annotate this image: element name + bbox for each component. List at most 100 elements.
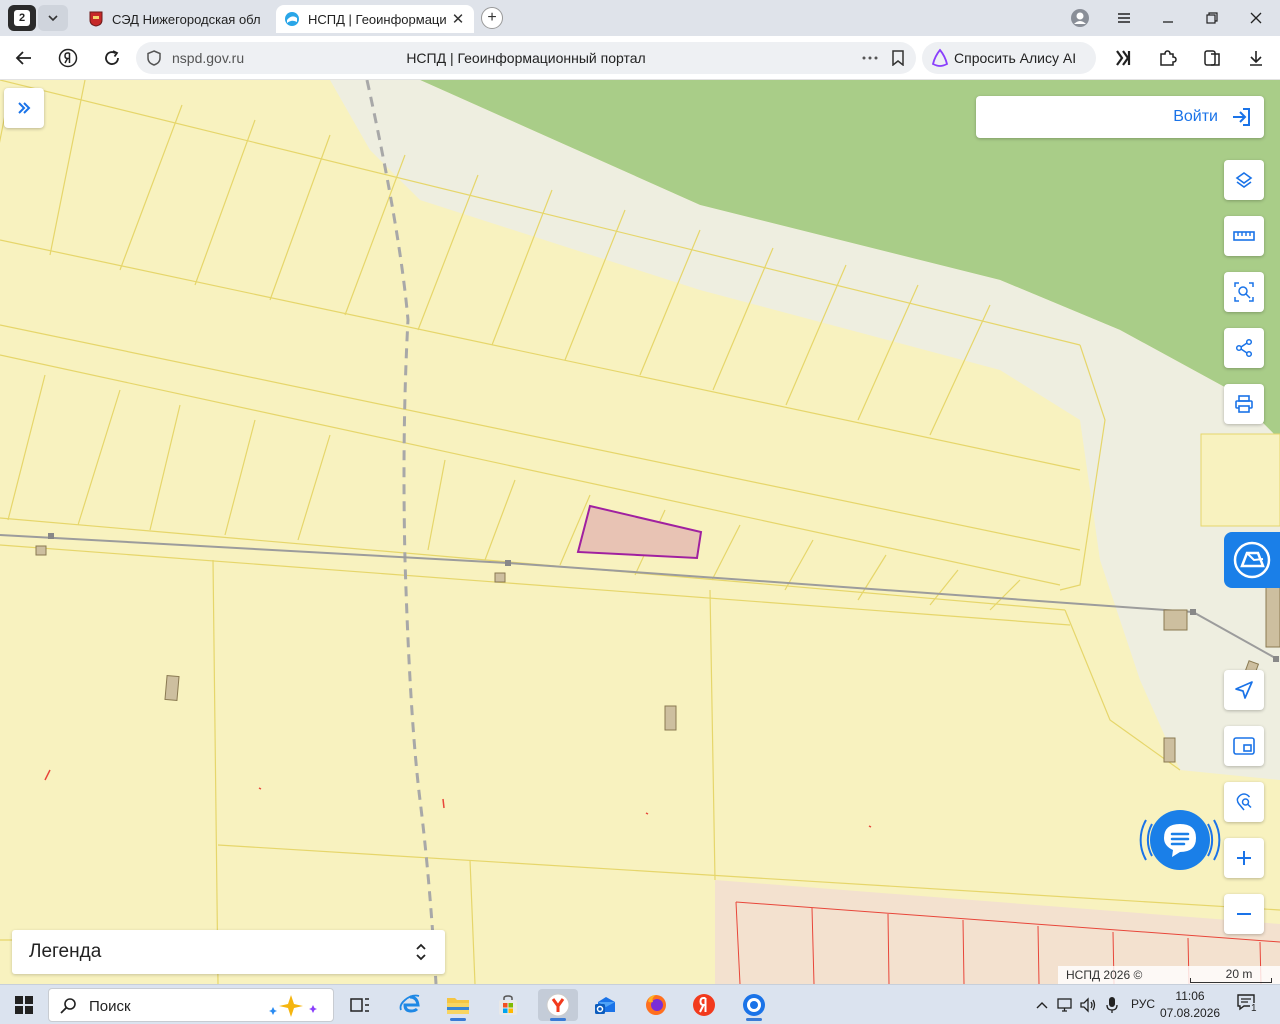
map-viewport[interactable]: Войти Легенда НСПД 2026 © 20 m bbox=[0, 80, 1280, 984]
clock-date[interactable]: 07.08.2026 bbox=[1160, 1006, 1220, 1020]
store-icon bbox=[499, 995, 517, 1015]
close-icon bbox=[1250, 12, 1262, 24]
point-search-button[interactable] bbox=[1224, 782, 1264, 822]
messenger-icon bbox=[743, 994, 765, 1016]
printer-icon bbox=[1235, 395, 1253, 413]
copyright-text: НСПД 2026 © bbox=[1066, 968, 1143, 982]
expand-toggle-icon[interactable] bbox=[415, 942, 427, 962]
close-window-button[interactable] bbox=[1244, 6, 1268, 30]
location-search-icon bbox=[1236, 793, 1252, 811]
back-button[interactable] bbox=[12, 46, 36, 70]
minus-icon bbox=[1237, 913, 1251, 915]
yandex-button[interactable] bbox=[56, 46, 80, 70]
navigation-arrow-icon bbox=[1235, 681, 1253, 699]
browser-menu-button[interactable] bbox=[1112, 6, 1136, 30]
profile-button[interactable] bbox=[1068, 6, 1092, 30]
measure-button[interactable] bbox=[1224, 216, 1264, 256]
notes-button[interactable] bbox=[1200, 46, 1224, 70]
legend-panel[interactable]: Легенда bbox=[12, 930, 445, 974]
area-search-icon bbox=[1234, 282, 1254, 302]
ruler-icon bbox=[1233, 231, 1255, 241]
legend-label: Легенда bbox=[29, 941, 102, 962]
taskbar-search[interactable]: Поиск bbox=[48, 988, 334, 1022]
tab-sed[interactable]: СЭД Нижегородская обл bbox=[80, 5, 270, 33]
restore-button[interactable] bbox=[1200, 6, 1224, 30]
minimap-button[interactable] bbox=[1224, 726, 1264, 766]
ask-alice-button[interactable]: Спросить Алису AI bbox=[922, 42, 1096, 74]
clock-time[interactable]: 11:06 bbox=[1160, 989, 1220, 1003]
taskbar-yandex[interactable] bbox=[684, 989, 724, 1021]
tab-nspd[interactable]: НСПД | Геоинформаци ✕ bbox=[276, 5, 474, 33]
reload-button[interactable] bbox=[100, 46, 124, 70]
zoom-in-button[interactable] bbox=[1224, 838, 1264, 878]
my-location-button[interactable] bbox=[1224, 670, 1264, 710]
puzzle-icon bbox=[1160, 50, 1177, 66]
download-icon bbox=[1250, 51, 1262, 66]
start-button[interactable] bbox=[6, 991, 42, 1019]
alice-icon bbox=[931, 48, 949, 67]
tab-list-button[interactable] bbox=[38, 5, 68, 31]
chat-button[interactable] bbox=[1136, 796, 1224, 884]
taskbar-messenger[interactable] bbox=[734, 989, 774, 1021]
coat-of-arms-icon bbox=[88, 11, 104, 27]
taskbar-store[interactable] bbox=[488, 989, 528, 1021]
plus-icon: + bbox=[487, 9, 497, 26]
zoom-out-button[interactable] bbox=[1224, 894, 1264, 934]
login-label: Войти bbox=[1173, 108, 1218, 125]
area-search-button[interactable] bbox=[1224, 272, 1264, 312]
taskbar-edge-legacy[interactable] bbox=[390, 989, 430, 1021]
share-button[interactable] bbox=[1224, 328, 1264, 368]
chevron-up-icon bbox=[1036, 1002, 1048, 1009]
map-attribution: НСПД 2026 © 20 m bbox=[1058, 966, 1280, 984]
taskbar-outlook[interactable] bbox=[586, 989, 626, 1021]
speaker-icon bbox=[1080, 997, 1096, 1013]
print-button[interactable] bbox=[1224, 384, 1264, 424]
network-icon bbox=[1057, 998, 1072, 1012]
map-services-tab[interactable] bbox=[1224, 532, 1280, 588]
tab-strip: 2 СЭД Нижегородская обл НСПД | Геоинформ… bbox=[0, 0, 1280, 36]
scale-bar bbox=[1190, 978, 1272, 983]
hamburger-icon bbox=[1118, 13, 1130, 23]
search-icon bbox=[60, 998, 76, 1014]
login-button[interactable]: Войти bbox=[976, 96, 1264, 138]
taskbar-yandex-browser[interactable] bbox=[538, 989, 578, 1021]
volume-button[interactable] bbox=[1078, 995, 1098, 1015]
taskbar-file-explorer[interactable] bbox=[438, 989, 478, 1021]
task-view-icon bbox=[350, 998, 369, 1012]
bookmark-icon bbox=[892, 50, 904, 66]
yandex-browser-icon bbox=[546, 993, 570, 1017]
url-field[interactable]: nspd.gov.ru НСПД | Геоинформационный пор… bbox=[136, 42, 916, 74]
collections-icon bbox=[1116, 50, 1131, 66]
firefox-icon bbox=[646, 995, 666, 1015]
arrow-left-icon bbox=[15, 51, 31, 65]
tab-counter-button[interactable]: 2 bbox=[8, 5, 36, 31]
more-dots-icon bbox=[862, 56, 878, 60]
network-button[interactable] bbox=[1056, 995, 1076, 1015]
new-tab-button[interactable]: + bbox=[481, 7, 503, 29]
extensions-button[interactable] bbox=[1156, 46, 1180, 70]
reload-icon bbox=[105, 50, 119, 65]
microphone-icon bbox=[1106, 997, 1118, 1013]
more-options-button[interactable] bbox=[858, 48, 882, 68]
language-indicator[interactable]: РУС bbox=[1131, 997, 1155, 1011]
address-bar-row: nspd.gov.ru НСПД | Геоинформационный пор… bbox=[0, 36, 1280, 80]
ask-alice-label: Спросить Алису AI bbox=[954, 50, 1077, 66]
minimize-button[interactable] bbox=[1156, 6, 1180, 30]
downloads-button[interactable] bbox=[1244, 46, 1268, 70]
notes-icon bbox=[1204, 50, 1220, 66]
yandex-app-icon bbox=[693, 994, 715, 1016]
close-tab-icon[interactable]: ✕ bbox=[450, 10, 466, 28]
taskbar-firefox[interactable] bbox=[636, 989, 676, 1021]
microphone-button[interactable] bbox=[1102, 995, 1122, 1015]
layers-button[interactable] bbox=[1224, 160, 1264, 200]
expand-panel-button[interactable] bbox=[4, 88, 44, 128]
task-view-button[interactable] bbox=[340, 989, 380, 1021]
plus-icon bbox=[1237, 851, 1251, 865]
cadastral-map[interactable] bbox=[0, 80, 1280, 984]
outlook-icon bbox=[595, 997, 615, 1014]
notifications-button[interactable]: 1 bbox=[1236, 993, 1262, 1017]
collections-button[interactable] bbox=[1112, 46, 1136, 70]
share-icon bbox=[1235, 338, 1253, 358]
tray-overflow-button[interactable] bbox=[1032, 995, 1052, 1015]
bookmark-button[interactable] bbox=[886, 48, 910, 68]
